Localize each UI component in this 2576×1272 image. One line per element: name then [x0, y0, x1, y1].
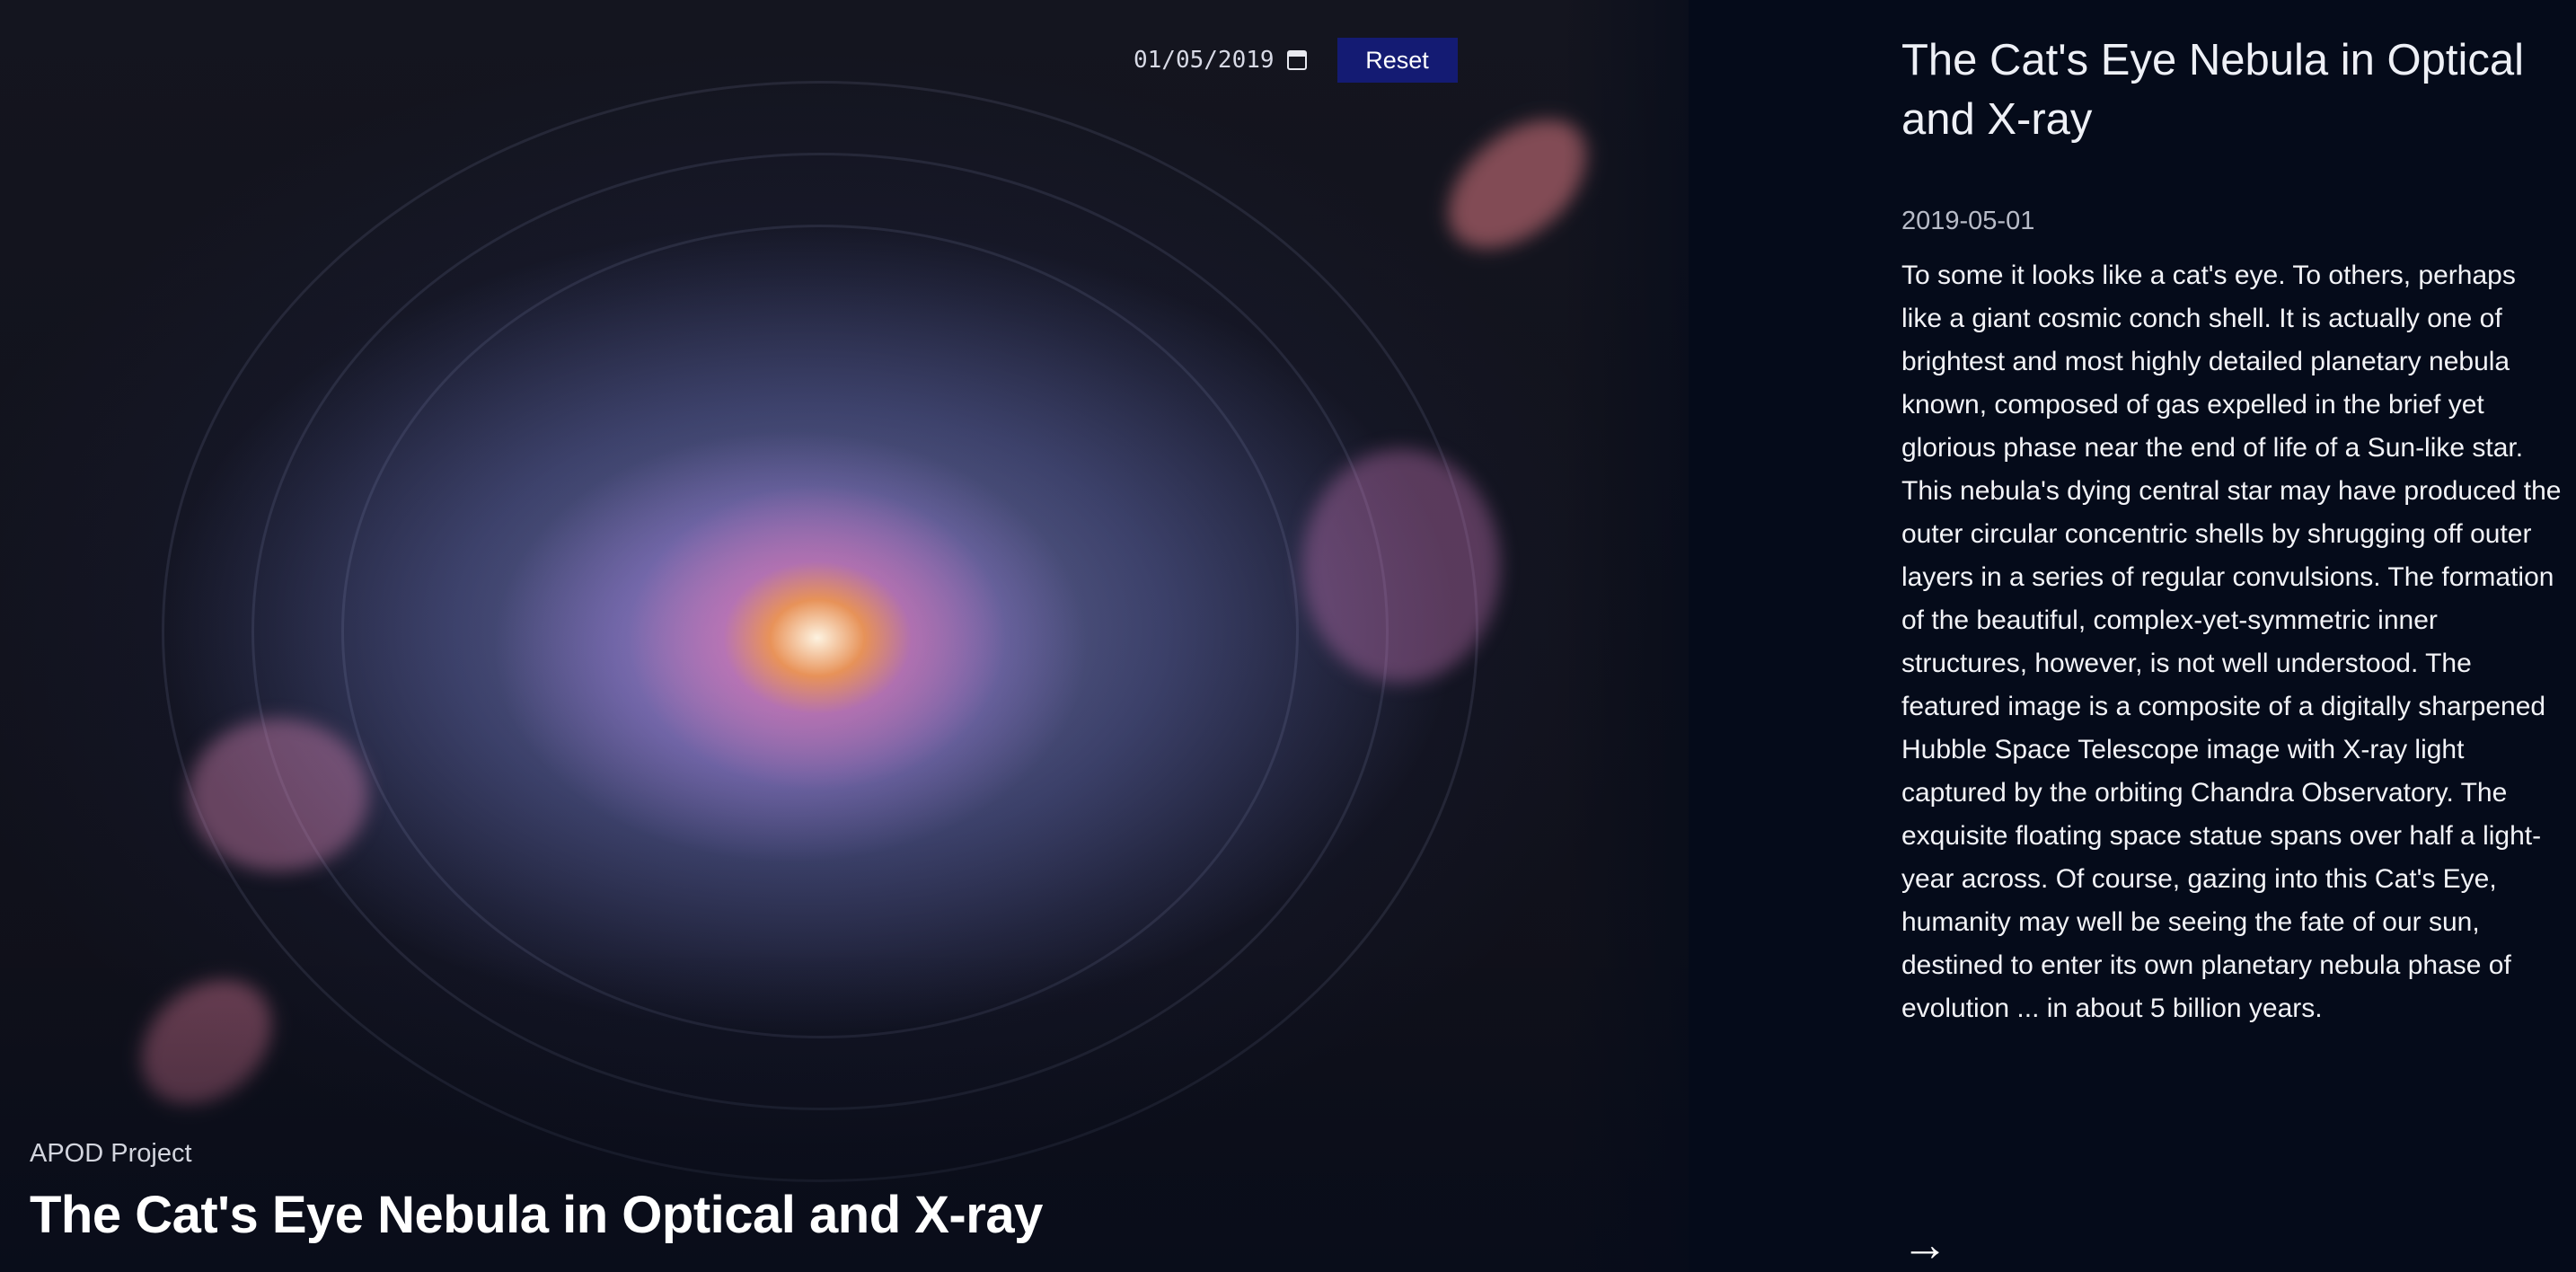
hero-title: The Cat's Eye Nebula in Optical and X-ra…: [30, 1186, 1043, 1244]
article-date: 2019-05-01: [1901, 207, 2035, 235]
date-value[interactable]: 01/05/2019: [1134, 47, 1275, 74]
panel-fade: [1563, 0, 1689, 1272]
article-title: The Cat's Eye Nebula in Optical and X-ra…: [1901, 36, 2524, 144]
article-panel: The Cat's Eye Nebula in Optical and X-ra…: [1689, 0, 2576, 1272]
date-controls: 01/05/2019 Reset: [1134, 38, 1458, 83]
arrow-right-icon[interactable]: →: [1901, 1222, 1948, 1268]
nebula-jet: [189, 719, 368, 871]
date-picker-input[interactable]: 01/05/2019: [1134, 38, 1307, 83]
apod-page: 01/05/2019 Reset APOD Project The Cat's …: [0, 0, 2576, 1272]
article-description: To some it looks like a cat's eye. To ot…: [1901, 261, 2562, 1023]
nebula-image-panel: 01/05/2019 Reset APOD Project The Cat's …: [0, 0, 1689, 1272]
project-label: APOD Project: [30, 1139, 192, 1168]
calendar-icon[interactable]: [1286, 50, 1307, 70]
nebula-jet: [1302, 449, 1500, 683]
hero-caption: APOD Project The Cat's Eye Nebula in Opt…: [30, 1139, 1043, 1245]
reset-button[interactable]: Reset: [1337, 38, 1458, 83]
